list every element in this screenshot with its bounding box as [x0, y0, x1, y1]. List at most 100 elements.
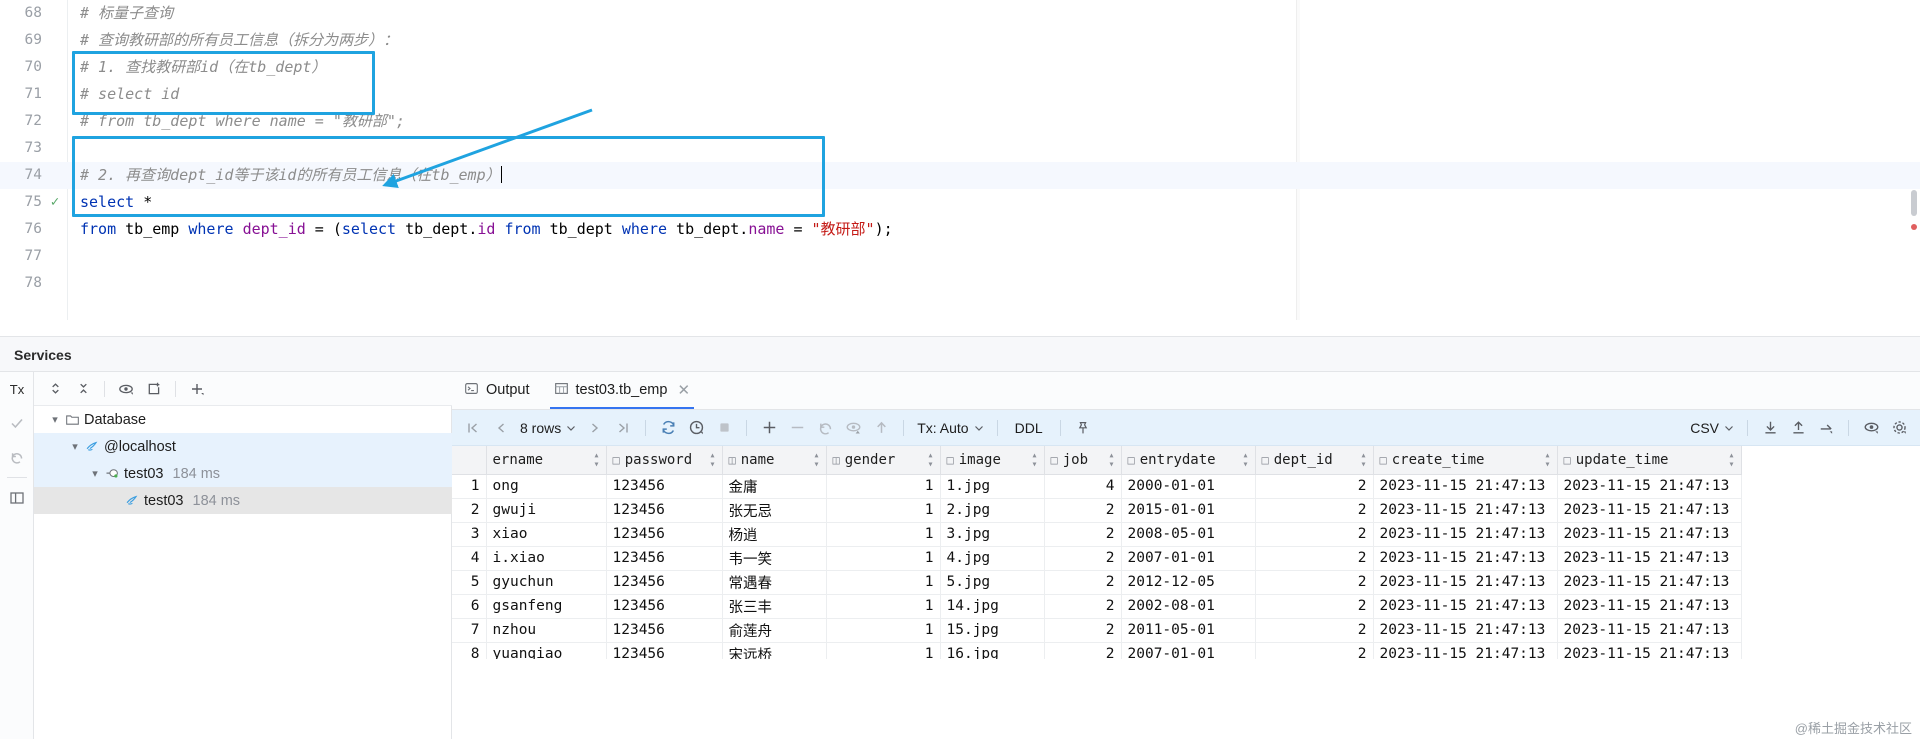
table-row[interactable]: 3 xiao 123456 杨逍 1 3.jpg 2 2008-05-01 2 2023-11-1… — [452, 522, 1742, 547]
download-icon[interactable] — [1757, 415, 1783, 441]
cell-name[interactable]: 金庸 — [722, 474, 827, 499]
column-header-create_time[interactable]: □ create_time ▴ ▾ — [1373, 446, 1558, 475]
upload-icon[interactable] — [1785, 415, 1811, 441]
editor-line[interactable]: 70 # 1. 查找教研部id（在tb_dept） — [0, 54, 1920, 81]
column-header-update_time[interactable]: □ update_time ▴ ▾ — [1557, 446, 1742, 475]
table-row[interactable]: 8 yuanqiao 123456 宋远桥 1 16.jpg 2 2007-01-01 2 202… — [452, 642, 1742, 659]
editor-line[interactable]: 68 # 标量子查询 — [0, 0, 1920, 27]
cell-password[interactable]: 123456 — [606, 498, 723, 523]
export-icon[interactable] — [1813, 415, 1839, 441]
table-row[interactable]: 4 i.xiao 123456 韦一笑 1 4.jpg 2 2007-01-01 2 2023-1… — [452, 546, 1742, 571]
column-header-password[interactable]: □ password ▴ ▾ — [606, 446, 723, 475]
cell-job[interactable]: 2 — [1044, 546, 1122, 571]
chevron-down-icon[interactable]: ▾ — [88, 467, 102, 480]
cell-job[interactable]: 2 — [1044, 522, 1122, 547]
column-header-job[interactable]: □ job ▴ ▾ — [1044, 446, 1122, 475]
delete-row-button[interactable] — [784, 415, 810, 441]
cell-image[interactable]: 1.jpg — [940, 474, 1045, 499]
check-icon[interactable] — [0, 406, 34, 440]
editor-line[interactable]: 74 # 2. 再查询dept_id等于该id的所有员工信息（在tb_emp） — [0, 162, 1920, 189]
cell-create_time[interactable]: 2023-11-15 21:47:13 — [1373, 618, 1558, 643]
cell-dept_id[interactable]: 2 — [1255, 594, 1374, 619]
table-header-row[interactable]: ername ▴ ▾ □ password ▴ ▾ ◫ name ▴ ▾ ◫ gender ▴ ▾ □ imag… — [452, 446, 1742, 475]
column-header-image[interactable]: □ image ▴ ▾ — [940, 446, 1045, 475]
cell-update_time[interactable]: 2023-11-15 21:47:13 — [1557, 570, 1742, 595]
cell-update_time[interactable]: 2023-11-15 21:47:13 — [1557, 522, 1742, 547]
editor-line[interactable]: 75 ✓ select * — [0, 189, 1920, 216]
cell-name[interactable]: 张三丰 — [722, 594, 827, 619]
cell-image[interactable]: 2.jpg — [940, 498, 1045, 523]
column-header-ername[interactable]: ername ▴ ▾ — [486, 446, 607, 475]
sort-icon[interactable]: ▴ ▾ — [1544, 450, 1550, 469]
cell-image[interactable]: 5.jpg — [940, 570, 1045, 595]
cell-gender[interactable]: 1 — [826, 498, 941, 523]
cell-entrydate[interactable]: 2002-08-01 — [1121, 594, 1256, 619]
cell-name[interactable]: 张无忌 — [722, 498, 827, 523]
cell-gender[interactable]: 1 — [826, 642, 941, 659]
database-tree-pane[interactable]: ▾ Database ▾ @localhost ▾ test03 184 ms test03 1… — [34, 372, 452, 739]
tab-test03-tb_emp[interactable]: test03.tb_emp ✕ — [542, 371, 702, 409]
sort-icon[interactable]: ▴ ▾ — [927, 450, 933, 469]
submit-changes-button[interactable] — [868, 415, 894, 441]
cell-dept_id[interactable]: 2 — [1255, 642, 1374, 659]
cell-update_time[interactable]: 2023-11-15 21:47:13 — [1557, 546, 1742, 571]
cell-image[interactable]: 15.jpg — [940, 618, 1045, 643]
csv-format-selector[interactable]: CSV — [1686, 420, 1738, 436]
cell-update_time[interactable]: 2023-11-15 21:47:13 — [1557, 498, 1742, 523]
chevron-down-icon[interactable]: ▾ — [48, 413, 62, 426]
cell-gender[interactable]: 1 — [826, 546, 941, 571]
cell-create_time[interactable]: 2023-11-15 21:47:13 — [1373, 546, 1558, 571]
cell-dept_id[interactable]: 2 — [1255, 498, 1374, 523]
sort-icon[interactable]: ▴ ▾ — [813, 450, 819, 469]
cell-gender[interactable]: 1 — [826, 474, 941, 499]
eye-icon[interactable] — [113, 376, 139, 402]
cell-update_time[interactable]: 2023-11-15 21:47:13 — [1557, 642, 1742, 659]
editor-line[interactable]: 76 from tb_emp where dept_id = (select tb… — [0, 216, 1920, 243]
close-icon[interactable]: ✕ — [677, 381, 690, 399]
sort-icon[interactable]: ▴ ▾ — [1108, 450, 1114, 469]
cell-job[interactable]: 2 — [1044, 618, 1122, 643]
cell-name[interactable]: 韦一笑 — [722, 546, 827, 571]
editor-line[interactable]: 71 # select id — [0, 81, 1920, 108]
editor-line[interactable]: 72 # from tb_dept where name = "教研部"; — [0, 108, 1920, 135]
cell-ername[interactable]: ong — [486, 474, 607, 499]
cell-dept_id[interactable]: 2 — [1255, 522, 1374, 547]
results-toolbar[interactable]: 8 rows Tx: Auto DDL CSV — [452, 410, 1920, 446]
cell-update_time[interactable]: 2023-11-15 21:47:13 — [1557, 618, 1742, 643]
cell-entrydate[interactable]: 2000-01-01 — [1121, 474, 1256, 499]
cell-ername[interactable]: gyuchun — [486, 570, 607, 595]
editor-lines[interactable]: 68 # 标量子查询 69 # 查询教研部的所有员工信息（拆分为两步）： 70 # 1. … — [0, 0, 1920, 297]
cell-name[interactable]: 宋远桥 — [722, 642, 827, 659]
cell-dept_id[interactable]: 2 — [1255, 546, 1374, 571]
chevron-down-icon[interactable]: ▾ — [68, 440, 82, 453]
table-row[interactable]: 6 gsanfeng 123456 张三丰 1 14.jpg 2 2002-08-01 2 202… — [452, 594, 1742, 619]
cell-entrydate[interactable]: 2007-01-01 — [1121, 546, 1256, 571]
cell-ername[interactable]: nzhou — [486, 618, 607, 643]
services-left-rail[interactable]: Tx — [0, 372, 34, 739]
rows-count-selector[interactable]: 8 rows — [516, 420, 580, 436]
tx-rail-label[interactable]: Tx — [0, 372, 34, 406]
tab-output[interactable]: Output — [452, 371, 542, 409]
result-table[interactable]: ername ▴ ▾ □ password ▴ ▾ ◫ name ▴ ▾ ◫ gender ▴ ▾ □ imag… — [452, 446, 1742, 659]
cell-gender[interactable]: 1 — [826, 618, 941, 643]
cell-name[interactable]: 俞莲舟 — [722, 618, 827, 643]
cell-entrydate[interactable]: 2011-05-01 — [1121, 618, 1256, 643]
first-page-button[interactable] — [460, 415, 486, 441]
database-tree[interactable]: ▾ Database ▾ @localhost ▾ test03 184 ms test03 1… — [34, 406, 452, 514]
cell-name[interactable]: 常遇春 — [722, 570, 827, 595]
cell-gender[interactable]: 1 — [826, 570, 941, 595]
sort-icon[interactable]: ▴ ▾ — [1728, 450, 1734, 469]
results-tab-bar[interactable]: Output test03.tb_emp ✕ — [452, 372, 1920, 410]
cell-password[interactable]: 123456 — [606, 570, 723, 595]
sort-icon[interactable]: ▴ ▾ — [709, 450, 715, 469]
cell-ername[interactable]: yuanqiao — [486, 642, 607, 659]
gear-icon[interactable] — [1886, 415, 1912, 441]
refresh-icon[interactable] — [655, 415, 681, 441]
sql-editor[interactable]: 68 # 标量子查询 69 # 查询教研部的所有员工信息（拆分为两步）： 70 # 1. … — [0, 0, 1920, 320]
cell-job[interactable]: 2 — [1044, 570, 1122, 595]
cell-password[interactable]: 123456 — [606, 474, 723, 499]
cell-update_time[interactable]: 2023-11-15 21:47:13 — [1557, 594, 1742, 619]
editor-line[interactable]: 78 — [0, 270, 1920, 297]
tree-toolbar[interactable] — [34, 372, 452, 406]
cell-job[interactable]: 2 — [1044, 594, 1122, 619]
